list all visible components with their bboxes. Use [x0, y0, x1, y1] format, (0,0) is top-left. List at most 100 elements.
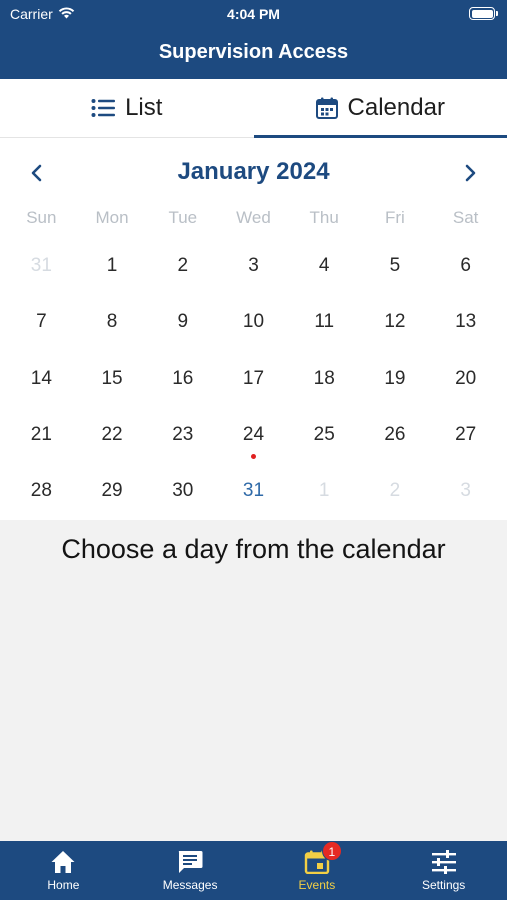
calendar-day[interactable]: 18 [289, 351, 360, 407]
calendar-day[interactable]: 23 [147, 407, 218, 463]
calendar-day-number: 30 [172, 480, 194, 502]
calendar-day-number: 12 [384, 311, 406, 333]
weekday-label: Thu [309, 208, 339, 227]
weekday-label: Tue [168, 208, 198, 227]
calendar-day-number: 1 [106, 255, 118, 276]
calendar-day-number: 4 [318, 255, 330, 276]
calendar-day[interactable]: 29 [77, 463, 148, 519]
nav-settings[interactable]: Settings [380, 841, 507, 900]
battery-icon [469, 7, 498, 20]
calendar-day-number: 27 [455, 423, 477, 445]
view-tabs: List Calendar [0, 79, 507, 138]
calendar-day[interactable]: 17 [218, 351, 289, 407]
calendar-day[interactable]: 31 [6, 238, 77, 294]
calendar-day-number: 3 [248, 255, 259, 276]
calendar-day[interactable]: 14 [6, 351, 77, 407]
calendar-day-number: 24 [242, 423, 265, 445]
calendar-day[interactable]: 24 [218, 407, 289, 463]
calendar-day-number: 26 [384, 423, 406, 445]
calendar-icon [315, 97, 338, 119]
nav-home-label: Home [47, 878, 80, 892]
calendar-day[interactable]: 28 [6, 463, 77, 519]
calendar-day[interactable]: 4 [289, 238, 360, 294]
calendar-day[interactable]: 12 [360, 294, 431, 350]
calendar-day-number: 15 [101, 367, 123, 389]
calendar-day-number: 13 [455, 311, 477, 333]
calendar-header: January 2024 [0, 138, 507, 202]
chevron-right-icon [465, 164, 476, 182]
calendar-day[interactable]: 1 [77, 238, 148, 294]
day-grid: 31 1 2 3 4 5 6 7 8 9 10 11 12 13 14 15 16 17 18 19 20 21 22 23 2… [6, 238, 501, 519]
calendar-day[interactable]: 26 [360, 407, 431, 463]
nav-events[interactable]: 1 Events [254, 841, 381, 900]
calendar-day-number: 11 [314, 311, 335, 333]
nav-messages[interactable]: Messages [127, 841, 254, 900]
calendar-day-number: 29 [101, 480, 123, 502]
calendar-day[interactable]: 2 [147, 238, 218, 294]
calendar-day[interactable]: 15 [77, 351, 148, 407]
calendar-day-number: 2 [389, 480, 401, 502]
tab-calendar[interactable]: Calendar [253, 79, 507, 138]
nav-events-label: Events [298, 878, 336, 892]
tab-list[interactable]: List [0, 79, 254, 137]
calendar-day-number: 25 [313, 423, 335, 445]
weekday-label: Fri [385, 208, 405, 227]
events-badge: 1 [321, 841, 342, 861]
calendar-day[interactable]: 16 [147, 351, 218, 407]
calendar-day-number: 17 [242, 367, 265, 389]
calendar-day-number: 16 [172, 367, 194, 389]
calendar-day-number: 31 [242, 480, 265, 502]
nav-messages-label: Messages [162, 878, 218, 892]
calendar-day[interactable]: 27 [430, 407, 501, 463]
empty-state-message: Choose a day from the calendar [61, 534, 446, 564]
calendar-day[interactable]: 30 [147, 463, 218, 519]
weekday-label: Mon [95, 208, 129, 227]
weekday-header: Sun Mon Tue Wed Thu Fri Sat [6, 208, 501, 228]
app-root: Carrier 4:04 PM Supervision Access List … [0, 0, 507, 900]
calendar-day-number: 21 [30, 423, 52, 445]
calendar-day-number: 20 [455, 367, 477, 389]
calendar-day-number: 14 [30, 367, 52, 389]
calendar-day[interactable]: 1 [289, 463, 360, 519]
calendar-day[interactable]: 20 [430, 351, 501, 407]
calendar-day[interactable]: 5 [360, 238, 431, 294]
calendar-day[interactable]: 11 [289, 294, 360, 350]
calendar-day[interactable]: 21 [6, 407, 77, 463]
home-icon [51, 851, 75, 873]
page-title: Supervision Access [158, 41, 349, 63]
message-icon [178, 851, 203, 873]
calendar-day[interactable]: 25 [289, 407, 360, 463]
calendar-day[interactable]: 3 [218, 238, 289, 294]
month-label: January 2024 [177, 158, 330, 185]
calendar-day[interactable]: 8 [77, 294, 148, 350]
calendar-day-number: 22 [101, 423, 123, 445]
weekday-label: Sat [452, 208, 479, 227]
nav-home[interactable]: Home [0, 841, 127, 900]
tab-list-label: List [125, 94, 163, 121]
calendar-day-number: 6 [460, 255, 471, 276]
weekday-label: Wed [236, 208, 271, 227]
bottom-tab-bar: Home Messages 1 Events Settings [0, 841, 507, 900]
calendar-day[interactable]: 7 [6, 294, 77, 350]
calendar-day-number: 31 [30, 255, 52, 276]
calendar: January 2024 Sun Mon Tue Wed Thu Fri Sat… [0, 138, 507, 520]
status-time: 4:04 PM [227, 6, 280, 22]
calendar-day[interactable]: 3 [430, 463, 501, 519]
calendar-day[interactable]: 10 [218, 294, 289, 350]
calendar-day[interactable]: 31 [218, 463, 289, 519]
calendar-day[interactable]: 13 [430, 294, 501, 350]
calendar-day[interactable]: 9 [147, 294, 218, 350]
top-bar: Carrier 4:04 PM Supervision Access [0, 0, 507, 79]
calendar-day[interactable]: 22 [77, 407, 148, 463]
calendar-day-number: 10 [242, 311, 265, 333]
next-month-button[interactable] [455, 160, 485, 186]
calendar-day-number: 19 [384, 367, 406, 389]
sliders-icon [431, 850, 456, 874]
weekday-label: Sun [26, 208, 57, 227]
calendar-day-number: 5 [389, 255, 401, 276]
calendar-day-number: 1 [318, 480, 330, 502]
calendar-day[interactable]: 19 [360, 351, 431, 407]
status-bar: Carrier 4:04 PM [0, 0, 507, 28]
calendar-day[interactable]: 6 [430, 238, 501, 294]
calendar-day[interactable]: 2 [360, 463, 431, 519]
